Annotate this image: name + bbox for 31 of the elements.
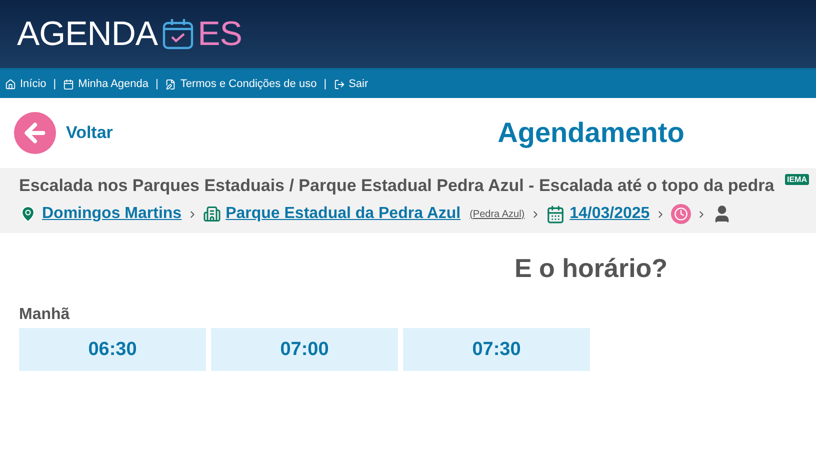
question-heading: E o horário?: [513, 253, 669, 284]
time-slot-button[interactable]: 07:30: [403, 328, 590, 371]
location-link[interactable]: Domingos Martins: [42, 205, 182, 223]
document-pen-icon: [165, 78, 176, 90]
period-label: Manhã: [19, 306, 71, 324]
nav-link[interactable]: Termos e Condições de uso: [165, 78, 317, 90]
page-title: Agendamento: [496, 117, 686, 149]
park-link[interactable]: Parque Estadual da Pedra Azul: [226, 205, 461, 223]
date-link[interactable]: 14/03/2025: [570, 205, 650, 223]
time-slot-button[interactable]: 06:30: [19, 328, 206, 371]
back-link[interactable]: Voltar: [14, 112, 113, 154]
nav-separator: |: [156, 78, 158, 90]
exit-icon: [334, 78, 345, 90]
calendar-icon: [63, 78, 74, 90]
nav-link[interactable]: Minha Agenda: [63, 78, 148, 90]
logo-word: AGENDA: [17, 14, 158, 54]
time-slot-button[interactable]: 07:00: [211, 328, 398, 371]
clock-icon: [670, 204, 691, 224]
calendar-icon: [546, 204, 565, 224]
nav-separator: |: [53, 78, 56, 90]
calendar-check-icon: [160, 17, 195, 51]
nav-link[interactable]: Início: [5, 78, 46, 90]
map-pin-icon: [19, 205, 37, 223]
agency-badge: IEMA: [785, 174, 809, 185]
home-icon: [5, 78, 16, 90]
service-name: Escalada nos Parques Estaduais / Parque Estadual Pedra Azul - Escalada até o topo da pedra: [19, 175, 774, 197]
building-icon: [202, 205, 221, 223]
logo-suffix: ES: [198, 14, 242, 54]
nav-separator: |: [324, 78, 327, 90]
park-note-link[interactable]: (Pedra Azul): [470, 208, 525, 220]
nav-link[interactable]: Sair: [334, 78, 368, 90]
